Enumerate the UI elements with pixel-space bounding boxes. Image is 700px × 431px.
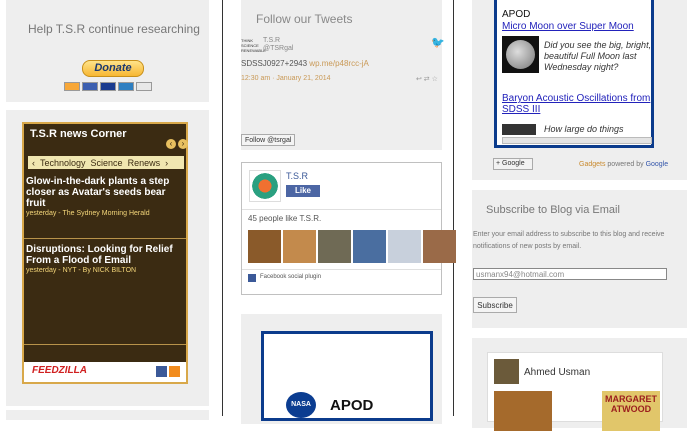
apod-title: APOD	[330, 397, 374, 414]
fb-divider	[242, 269, 441, 270]
apod-link-baryon[interactable]: Baryon Acoustic Oscillations from SDSS I…	[502, 93, 652, 115]
news-corner-widget: T.S.R news Corner ‹ › ‹ Technology Scien…	[22, 122, 188, 384]
nasa-logo: NASA	[286, 392, 316, 418]
gadgets-footer: + Google Gadgets powered by Google	[490, 156, 672, 174]
tweet-name[interactable]: T.S.R	[263, 37, 293, 45]
mastercard-icon	[64, 82, 80, 91]
moon-thumbnail[interactable]	[502, 36, 539, 73]
apod-link-micro-moon[interactable]: Micro Moon over Super Moon	[502, 21, 634, 32]
next-arrow-icon[interactable]: ›	[178, 139, 188, 149]
facebook-like-count: 45 people like T.S.R.	[248, 214, 322, 223]
facebook-icon[interactable]	[156, 366, 167, 377]
left-sidebar: Help T.S.R continue researching Donate T…	[0, 0, 222, 420]
facebook-plugin-label[interactable]: Facebook social plugin	[260, 274, 321, 280]
google-link[interactable]: Google	[646, 161, 669, 168]
news-item[interactable]: Glow-in-the-dark plants a step closer as…	[26, 176, 186, 217]
feedzilla-logo[interactable]: FEEDZILLA	[32, 365, 87, 376]
fan-avatar[interactable]	[423, 230, 456, 263]
tab-renews[interactable]: Renews	[128, 158, 161, 168]
facebook-faces	[248, 230, 456, 263]
book-cover[interactable]	[494, 391, 552, 431]
bank-icon	[136, 82, 152, 91]
news-item-title[interactable]: Disruptions: Looking for Relief From a F…	[26, 244, 186, 266]
add-to-google-button[interactable]: + Google	[493, 158, 533, 170]
maestro-icon	[82, 82, 98, 91]
right-sidebar: APOD Micro Moon over Super Moon Did you …	[460, 0, 700, 431]
tweet-link[interactable]: wp.me/p48rcc-jA	[309, 59, 369, 68]
tweet-handle[interactable]: @TSRgal	[263, 45, 293, 53]
gadgets-link[interactable]: Gadgets	[579, 161, 605, 168]
facebook-icon	[248, 274, 256, 282]
apod-gadget: APOD Micro Moon over Super Moon Did you …	[494, 0, 654, 148]
fan-avatar[interactable]	[353, 230, 386, 263]
news-divider	[24, 344, 186, 345]
amex-icon	[118, 82, 134, 91]
donate-button[interactable]: Donate	[82, 60, 144, 77]
news-tabs: ‹ Technology Science Renews ›	[28, 156, 184, 169]
profile-name[interactable]: Ahmed Usman	[524, 367, 590, 378]
tweet-avatar: THINK SCIENCE RENEWABLE	[241, 38, 266, 53]
facebook-page-name[interactable]: T.S.R	[286, 171, 308, 181]
tab-technology[interactable]: Technology	[40, 158, 86, 168]
follow-twitter-button[interactable]: Follow @tsrgal	[241, 134, 296, 146]
news-item-meta: yesterday - The Sydney Morning Herald	[26, 210, 150, 217]
fan-avatar[interactable]	[388, 230, 421, 263]
news-item[interactable]: Disruptions: Looking for Relief From a F…	[26, 244, 186, 274]
rss-icon[interactable]	[169, 366, 180, 377]
news-nav: ‹ ›	[166, 139, 188, 149]
news-footer: FEEDZILLA	[24, 362, 186, 382]
news-divider	[24, 238, 186, 239]
facebook-like-box: T.S.R Like 45 people like T.S.R. Faceboo…	[241, 162, 456, 295]
middle-column: Follow our Tweets 🐦 THINK SCIENCE RENEWA…	[222, 0, 456, 424]
news-title: T.S.R news Corner	[30, 128, 127, 140]
tweet-text: SDSSJ0927+2943 wp.me/p48rcc-jA	[241, 59, 369, 68]
tweets-title: Follow our Tweets	[256, 12, 353, 26]
tweet-actions-icon[interactable]: ↩ ⇄ ☆	[416, 75, 438, 83]
profile-widget: Ahmed Usman MARGARET ATWOOD	[487, 352, 663, 431]
next-panel	[6, 410, 209, 420]
apod-heading: APOD	[502, 9, 531, 20]
payment-cards	[64, 82, 152, 91]
book-cover[interactable]: MARGARET ATWOOD	[602, 391, 660, 431]
avatar[interactable]	[494, 359, 519, 384]
apod-description: Did you see the big, bright, beautiful F…	[544, 40, 652, 72]
subscribe-title: Subscribe to Blog via Email	[486, 204, 620, 216]
tweet-body: SDSSJ0927+2943	[241, 59, 308, 68]
twitter-bird-icon: 🐦	[431, 37, 445, 49]
email-field[interactable]	[473, 268, 667, 280]
tab-science[interactable]: Science	[91, 158, 123, 168]
apod-thumbnail[interactable]	[502, 124, 536, 135]
news-item-meta: yesterday - NYT - By NICK BILTON	[26, 267, 137, 274]
tsr-logo[interactable]	[249, 170, 281, 202]
powered-by-text: powered by	[605, 161, 646, 168]
visa-icon	[100, 82, 116, 91]
fan-avatar[interactable]	[318, 230, 351, 263]
fb-divider	[242, 209, 441, 210]
prev-arrow-icon[interactable]: ‹	[166, 139, 176, 149]
news-item-title[interactable]: Glow-in-the-dark plants a step closer as…	[26, 176, 186, 209]
facebook-like-button[interactable]: Like	[286, 185, 320, 197]
tab-left-arrow-icon[interactable]: ‹	[32, 158, 35, 168]
fan-avatar[interactable]	[248, 230, 281, 263]
apod-teaser: How large do things	[544, 124, 624, 134]
subscribe-button[interactable]: Subscribe	[473, 297, 517, 313]
help-title: Help T.S.R continue researching	[28, 22, 200, 36]
apod-widget: NASA APOD	[261, 331, 433, 421]
fan-avatar[interactable]	[283, 230, 316, 263]
donate-panel: Help T.S.R continue researching Donate	[6, 0, 209, 102]
moon-icon	[506, 40, 535, 69]
tweet-author[interactable]: T.S.R @TSRgal	[263, 37, 293, 53]
gadgets-powered-by: Gadgets powered by Google	[579, 161, 668, 168]
horizontal-scrollbar[interactable]	[502, 137, 652, 144]
subscribe-description: Enter your email address to subscribe to…	[473, 231, 665, 250]
footer-icons	[156, 366, 180, 377]
tweet-date[interactable]: 12:30 am · January 21, 2014	[241, 75, 331, 82]
tab-right-arrow-icon[interactable]: ›	[165, 158, 168, 168]
